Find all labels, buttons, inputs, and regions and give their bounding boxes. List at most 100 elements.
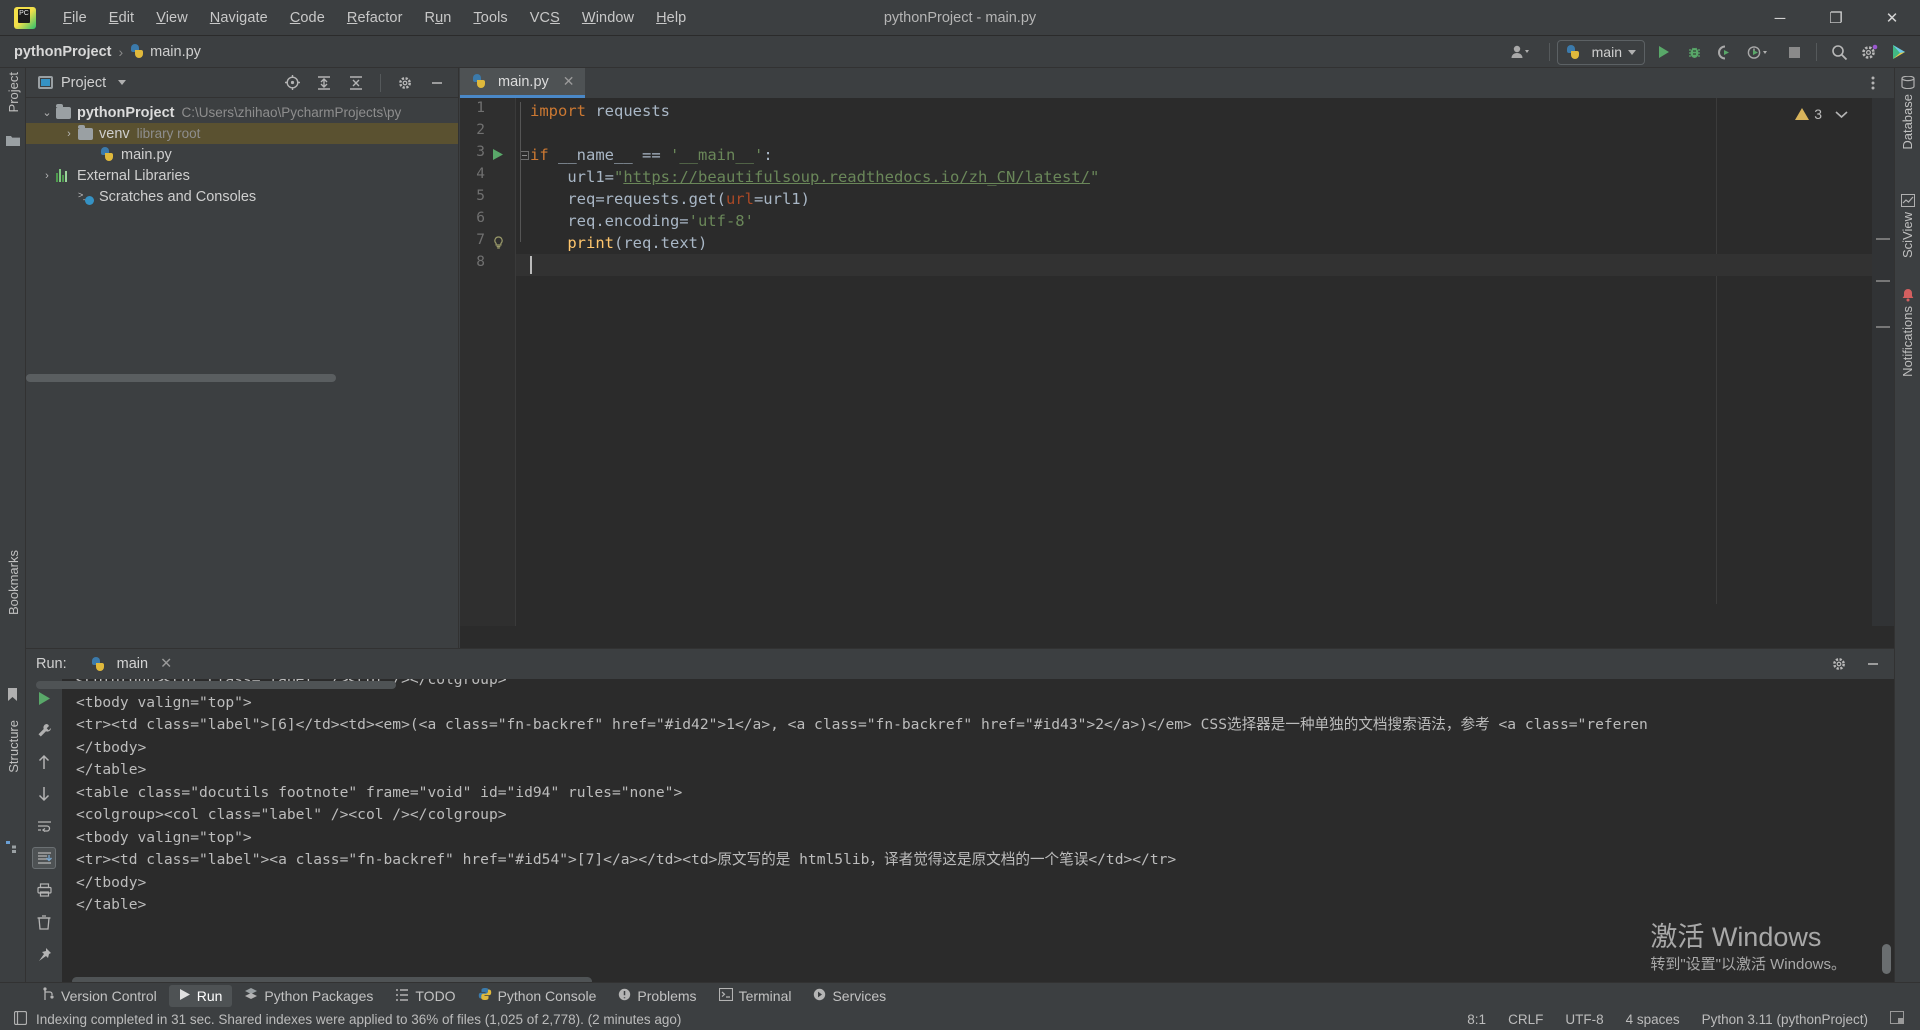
code-fold-icon[interactable] — [520, 151, 529, 160]
close-button[interactable]: ✕ — [1864, 0, 1920, 36]
menu-item-refactor[interactable]: Refactor — [336, 6, 414, 30]
tool-window-button-version-control[interactable]: Version Control — [32, 984, 167, 1007]
print-icon[interactable] — [32, 879, 56, 901]
tool-window-button-python-packages[interactable]: Python Packages — [234, 984, 383, 1007]
menu-item-navigate[interactable]: Navigate — [199, 6, 279, 30]
intention-bulb-icon[interactable] — [493, 236, 504, 249]
expand-all-icon[interactable] — [309, 70, 339, 96]
code-line[interactable]: import requests — [530, 100, 670, 122]
menu-item-code[interactable]: Code — [279, 6, 336, 30]
profiler-button[interactable] — [1739, 39, 1779, 65]
menu-item-run[interactable]: Run — [414, 6, 463, 30]
editor-markup-scrollbar[interactable] — [1872, 98, 1894, 626]
rerun-icon[interactable] — [32, 687, 56, 709]
stop-button[interactable] — [1779, 39, 1809, 65]
minimize-button[interactable]: ─ — [1752, 0, 1808, 36]
tree-item-pythonproject[interactable]: ⌄ pythonProject C:\Users\zhihao\PycharmPro… — [26, 102, 458, 123]
run-configuration-selector[interactable]: main — [1556, 39, 1645, 65]
tool-window-button-terminal[interactable]: Terminal — [709, 985, 802, 1007]
menu-item-window[interactable]: Window — [571, 6, 645, 30]
hide-panel-icon[interactable] — [1858, 651, 1888, 677]
gear-icon[interactable] — [1824, 651, 1854, 677]
tool-window-button-services[interactable]: Services — [803, 985, 896, 1007]
gear-icon[interactable] — [390, 70, 420, 96]
run-with-coverage-button[interactable] — [1709, 39, 1739, 65]
search-everywhere-icon[interactable] — [1824, 39, 1854, 65]
caret-position[interactable]: 8:1 — [1467, 1012, 1486, 1027]
scroll-down-icon[interactable] — [32, 783, 56, 805]
breadcrumb-file[interactable]: main.py — [130, 44, 201, 60]
chevron-down-icon[interactable] — [118, 80, 127, 85]
menu-item-file[interactable]: File — [52, 6, 98, 30]
terminal-icon — [718, 987, 733, 1004]
tree-twisty-icon[interactable]: › — [60, 128, 78, 140]
tool-window-button-run[interactable]: Run — [168, 984, 233, 1007]
tree-item-main-py[interactable]: main.py — [26, 144, 458, 165]
breadcrumb-project[interactable]: pythonProject — [14, 44, 111, 60]
hide-panel-icon[interactable] — [422, 70, 452, 96]
code-token: import — [530, 102, 586, 120]
editor-gutter[interactable]: 1 2 3 4 5 6 7 8 — [460, 98, 516, 626]
inspection-status-badge[interactable]: 3 — [1795, 106, 1848, 122]
console-vertical-scrollbar[interactable] — [1882, 944, 1891, 974]
pin-icon[interactable] — [32, 943, 56, 965]
code-line[interactable]: url1="https://beautifulsoup.readthedocs.… — [530, 166, 1099, 188]
more-vertical-icon[interactable] — [1858, 70, 1888, 96]
project-tree[interactable]: ⌄ pythonProject C:\Users\zhihao\PycharmPro… — [26, 98, 458, 207]
scroll-to-end-icon[interactable] — [32, 847, 56, 869]
menu-item-tools[interactable]: Tools — [462, 6, 518, 30]
tool-button-structure[interactable]: Structure — [0, 720, 26, 773]
tool-window-button-todo[interactable]: TODO — [385, 985, 465, 1007]
tree-twisty-icon[interactable]: › — [38, 170, 56, 182]
file-encoding[interactable]: UTF-8 — [1565, 1012, 1603, 1027]
tool-button-bookmarks[interactable]: Bookmarks — [0, 550, 26, 615]
tree-item-scratches-and-consoles[interactable]: >_ Scratches and Consoles — [26, 186, 458, 207]
menu-item-edit[interactable]: Edit — [98, 6, 145, 30]
chevron-down-icon[interactable] — [1835, 106, 1848, 122]
code-line[interactable]: print(req.text) — [530, 232, 707, 254]
run-console-output[interactable]: <colgroup><col class="label" /><col /></… — [62, 679, 1894, 988]
tool-button-project[interactable]: Project — [0, 72, 26, 112]
python-interpreter[interactable]: Python 3.11 (pythonProject) — [1702, 1012, 1868, 1027]
code-line[interactable]: req=requests.get(url=url1) — [530, 188, 810, 210]
user-account-icon[interactable] — [1500, 39, 1542, 65]
locate-icon[interactable] — [277, 70, 307, 96]
menu-item-view[interactable]: View — [145, 6, 199, 30]
notifications-status-icon[interactable] — [1890, 1011, 1904, 1027]
console-scroll-indicator[interactable] — [36, 681, 396, 689]
tree-item-venv[interactable]: › venv library root — [26, 123, 458, 144]
breadcrumb-separator: › — [118, 43, 124, 60]
folder-icon[interactable] — [6, 134, 20, 152]
tree-item-external-libraries[interactable]: › External Libraries — [26, 165, 458, 186]
indent-setting[interactable]: 4 spaces — [1626, 1012, 1680, 1027]
line-separator[interactable]: CRLF — [1508, 1012, 1543, 1027]
tool-button-notifications[interactable]: Notifications — [1894, 306, 1920, 377]
tool-button-sciview[interactable]: SciView — [1894, 212, 1920, 258]
code-line[interactable]: if __name__ == '__main__': — [520, 144, 773, 166]
scroll-up-icon[interactable] — [32, 751, 56, 773]
settings-wrench-icon[interactable] — [32, 719, 56, 741]
clear-all-icon[interactable] — [32, 911, 56, 933]
tree-twisty-icon[interactable]: ⌄ — [38, 106, 56, 119]
run-button[interactable] — [1649, 39, 1679, 65]
tool-window-button-problems[interactable]: Problems — [608, 985, 706, 1007]
code-line[interactable]: req.encoding='utf-8' — [530, 210, 754, 232]
run-gutter-icon[interactable] — [492, 148, 504, 160]
tool-window-button-python-console[interactable]: Python Console — [468, 984, 607, 1007]
editor-tab-main-py[interactable]: main.py ✕ — [460, 68, 585, 98]
ide-update-icon[interactable] — [1884, 39, 1914, 65]
tool-button-database[interactable]: Database — [1894, 94, 1920, 150]
close-icon[interactable]: ✕ — [563, 73, 575, 90]
editor-body[interactable]: 1 2 3 4 5 6 7 8 import requests if __name__ == '… — [460, 98, 1894, 626]
soft-wrap-icon[interactable] — [32, 815, 56, 837]
code-content[interactable]: import requests if __name__ == '__main__'… — [516, 98, 1894, 626]
close-icon[interactable]: ✕ — [160, 656, 172, 672]
collapse-all-icon[interactable] — [341, 70, 371, 96]
menu-item-help[interactable]: Help — [645, 6, 697, 30]
menu-item-vcs[interactable]: VCS — [519, 6, 571, 30]
project-horizontal-scrollbar[interactable] — [26, 374, 336, 382]
debug-button[interactable] — [1679, 39, 1709, 65]
settings-icon[interactable] — [1854, 39, 1884, 65]
maximize-button[interactable]: ❐ — [1808, 0, 1864, 36]
run-tab-main[interactable]: main ✕ — [85, 654, 179, 674]
